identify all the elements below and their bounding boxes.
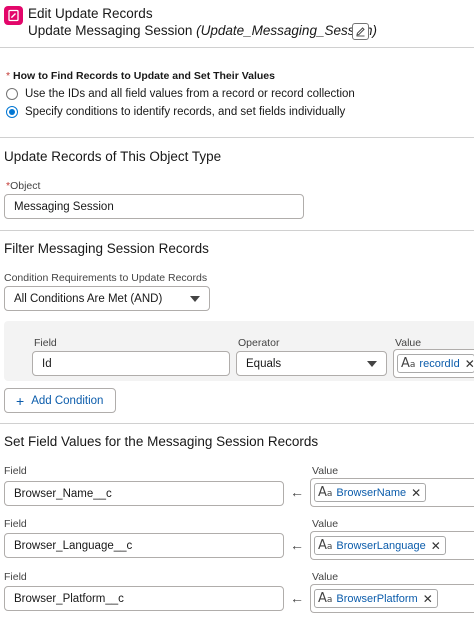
arrow-left-icon: ← [290, 537, 304, 553]
arrow-left-icon: ← [290, 484, 304, 500]
plus-icon: + [16, 392, 25, 409]
add-condition-button[interactable]: + Add Condition [4, 388, 116, 413]
set-fields-section-title: Set Field Values for the Messaging Sessi… [4, 434, 319, 449]
radio-label: Use the IDs and all field values from a … [25, 88, 355, 100]
text-variable-icon: Aa [318, 485, 333, 500]
text-variable-icon: Aa [318, 538, 333, 553]
arrow-left-icon: ← [290, 590, 304, 606]
text-variable-icon: Aa [318, 591, 333, 606]
chevron-down-icon [190, 295, 200, 302]
resource-pill[interactable]: Aa BrowserPlatform ✕ [314, 589, 438, 608]
field-label: Field [4, 465, 27, 477]
value-input[interactable]: Aa BrowserLanguage ✕ [310, 531, 474, 560]
value-label: Value [312, 571, 339, 583]
radio-button-selected[interactable] [6, 106, 18, 118]
filter-section-title: Filter Messaging Session Records [4, 241, 209, 256]
edit-label-button[interactable] [352, 23, 369, 40]
value-input[interactable]: Aa BrowserName ✕ [310, 478, 474, 507]
resource-pill[interactable]: Aa BrowserLanguage ✕ [314, 536, 446, 555]
object-label-text: Object [10, 180, 41, 192]
close-icon[interactable]: ✕ [411, 486, 421, 500]
close-icon[interactable]: ✕ [465, 357, 474, 371]
condition-value-header: Value [395, 337, 422, 349]
value-input[interactable]: Aa BrowserPlatform ✕ [310, 584, 474, 613]
chevron-down-icon [367, 360, 377, 367]
resource-name: recordId [419, 357, 460, 370]
section-divider [0, 137, 474, 138]
required-mark: * [6, 70, 11, 82]
condition-requirements-value: All Conditions Are Met (AND) [14, 292, 163, 305]
condition-operator-header: Operator [238, 337, 280, 349]
add-condition-label: Add Condition [31, 394, 104, 407]
value-label: Value [312, 465, 339, 477]
object-label: *Object [6, 180, 40, 192]
field-label: Field [4, 518, 27, 530]
condition-field-header: Field [34, 337, 57, 349]
radio-option-conditions[interactable]: Specify conditions to identify records, … [6, 106, 345, 118]
resource-pill[interactable]: Aa BrowserName ✕ [314, 483, 427, 502]
field-input[interactable]: Browser_Language__c [4, 533, 284, 558]
resource-name: BrowserLanguage [336, 539, 426, 552]
resource-name: BrowserPlatform [336, 592, 418, 605]
how-to-find-label: * How to Find Records to Update and Set … [6, 70, 275, 82]
update-records-icon [4, 6, 23, 25]
pencil-icon [356, 27, 365, 37]
section-divider [0, 423, 474, 424]
condition-operator-value: Equals [246, 357, 282, 370]
close-icon[interactable]: ✕ [431, 539, 441, 553]
section-divider [0, 230, 474, 231]
radio-button[interactable] [6, 88, 18, 100]
radio-option-record-ids[interactable]: Use the IDs and all field values from a … [6, 88, 355, 100]
modal-title: Edit Update Records [28, 6, 153, 21]
condition-field-input[interactable]: Id [32, 351, 230, 376]
field-input[interactable]: Browser_Name__c [4, 481, 284, 506]
resource-name: BrowserName [336, 486, 407, 499]
text-variable-icon: Aa [401, 356, 416, 371]
field-label: Field [4, 571, 27, 583]
condition-operator-select[interactable]: Equals [236, 351, 387, 376]
object-section-title: Update Records of This Object Type [4, 149, 222, 164]
condition-requirements-label: Condition Requirements to Update Records [4, 272, 208, 284]
element-label-text: Update Messaging Session [28, 23, 193, 38]
field-input[interactable]: Browser_Platform__c [4, 586, 284, 611]
condition-value-input[interactable]: Aa recordId ✕ [393, 349, 474, 378]
close-icon[interactable]: ✕ [423, 592, 433, 606]
header-divider [0, 47, 474, 48]
element-label: Update Messaging Session (Update_Messagi… [28, 23, 377, 38]
value-label: Value [312, 518, 339, 530]
resource-pill[interactable]: Aa recordId ✕ [397, 354, 474, 373]
element-api-name: (Update_Messaging_Session) [196, 23, 377, 38]
how-to-find-question: How to Find Records to Update and Set Th… [13, 70, 275, 82]
radio-label: Specify conditions to identify records, … [25, 106, 346, 118]
object-input[interactable]: Messaging Session [4, 194, 304, 219]
condition-requirements-select[interactable]: All Conditions Are Met (AND) [4, 286, 210, 311]
